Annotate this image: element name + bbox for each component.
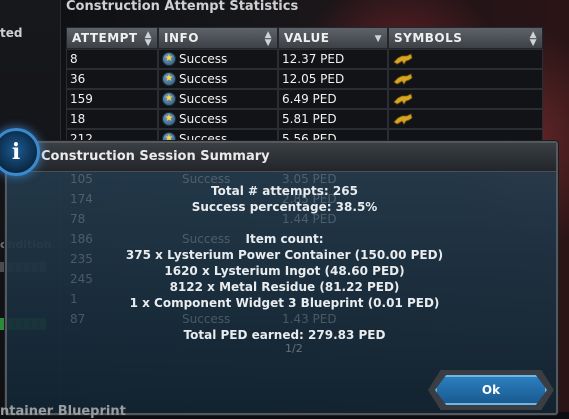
success-star-icon: ★ (162, 112, 176, 126)
attempt-cell: 159 (66, 89, 158, 109)
success-star-icon: ★ (162, 52, 176, 66)
column-label: INFO (164, 31, 199, 45)
table-row[interactable]: 18 ★ Success 5.81 PED (66, 109, 543, 129)
creature-symbol-icon (393, 53, 413, 65)
ok-button[interactable]: Ok (435, 375, 547, 405)
symbols-cell (388, 89, 543, 109)
sort-arrows-icon: ▲ ▼ (529, 30, 537, 48)
item-count-line: 8122 x Metal Residue (81.22 PED) (169, 280, 400, 294)
hidden-value-cell: 1.43 PED (282, 312, 337, 326)
creature-symbol-icon (393, 73, 413, 85)
table-row[interactable]: 36 ★ Success 12.05 PED (66, 69, 543, 89)
column-header-value[interactable]: VALUE ▼ (278, 27, 388, 49)
success-percentage-text: Success percentage: 38.5% (191, 200, 378, 214)
dialog-title: Construction Session Summary (41, 149, 270, 164)
hidden-attempt-cell: 87 (70, 312, 86, 326)
hidden-info-cell: Success (182, 312, 231, 326)
symbols-cell (388, 49, 543, 69)
value-cell: 12.37 PED (278, 49, 388, 69)
item-count-line: 1 x Component Widget 3 Blueprint (0.01 P… (129, 296, 440, 310)
column-header-attempt[interactable]: ATTEMPT ▲ ▼ (66, 27, 158, 49)
info-text: Success (179, 111, 228, 126)
item-count-header: Item count: (245, 232, 324, 246)
sort-arrows-icon: ▲ ▼ (144, 30, 152, 48)
total-attempts-text: Total # attempts: 265 (211, 184, 358, 198)
creature-symbol-icon (393, 93, 413, 105)
table-header: ATTEMPT ▲ ▼ INFO ▲ ▼ VALUE ▼ SYMBOLS ▲ ▼ (66, 27, 543, 49)
column-label: SYMBOLS (394, 31, 463, 45)
attempt-cell: 18 (66, 109, 158, 129)
success-star-icon: ★ (162, 92, 176, 106)
column-label: VALUE (284, 31, 330, 45)
value-cell: 6.49 PED (278, 89, 388, 109)
attempt-cell: 36 (66, 69, 158, 89)
symbols-cell (388, 69, 543, 89)
info-text: Success (179, 91, 228, 106)
info-text: Success (179, 71, 228, 86)
attempt-stats-table: ATTEMPT ▲ ▼ INFO ▲ ▼ VALUE ▼ SYMBOLS ▲ ▼ 8 … (66, 27, 543, 149)
left-panel-label: ted (0, 26, 23, 40)
info-cell: ★ Success (158, 49, 278, 69)
info-cell: ★ Success (158, 69, 278, 89)
table-row[interactable]: 8 ★ Success 12.37 PED (66, 49, 543, 69)
info-cell: ★ Success (158, 109, 278, 129)
symbols-cell (388, 109, 543, 129)
info-cell: ★ Success (158, 89, 278, 109)
success-star-icon: ★ (162, 72, 176, 86)
table-pager: 1/2 (285, 342, 303, 355)
column-header-info[interactable]: INFO ▲ ▼ (158, 27, 278, 49)
sort-arrows-icon: ▲ ▼ (264, 30, 272, 48)
column-label: ATTEMPT (72, 31, 138, 45)
attempt-cell: 8 (66, 49, 158, 69)
dialog-header: Construction Session Summary (7, 143, 556, 172)
total-ped-earned-text: Total PED earned: 279.83 PED (183, 328, 386, 342)
item-count-line: 375 x Lysterium Power Container (150.00 … (125, 248, 444, 262)
stats-window-title: Construction Attempt Statistics (66, 0, 299, 14)
value-cell: 5.81 PED (278, 109, 388, 129)
info-text: Success (179, 51, 228, 66)
item-count-line: 1620 x Lysterium Ingot (48.60 PED) (164, 264, 405, 278)
value-cell: 12.05 PED (278, 69, 388, 89)
creature-symbol-icon (393, 113, 413, 125)
info-icon: i (0, 128, 40, 176)
sort-descending-icon: ▼ (374, 34, 382, 44)
column-header-symbols[interactable]: SYMBOLS ▲ ▼ (388, 27, 543, 49)
table-row[interactable]: 159 ★ Success 6.49 PED (66, 89, 543, 109)
